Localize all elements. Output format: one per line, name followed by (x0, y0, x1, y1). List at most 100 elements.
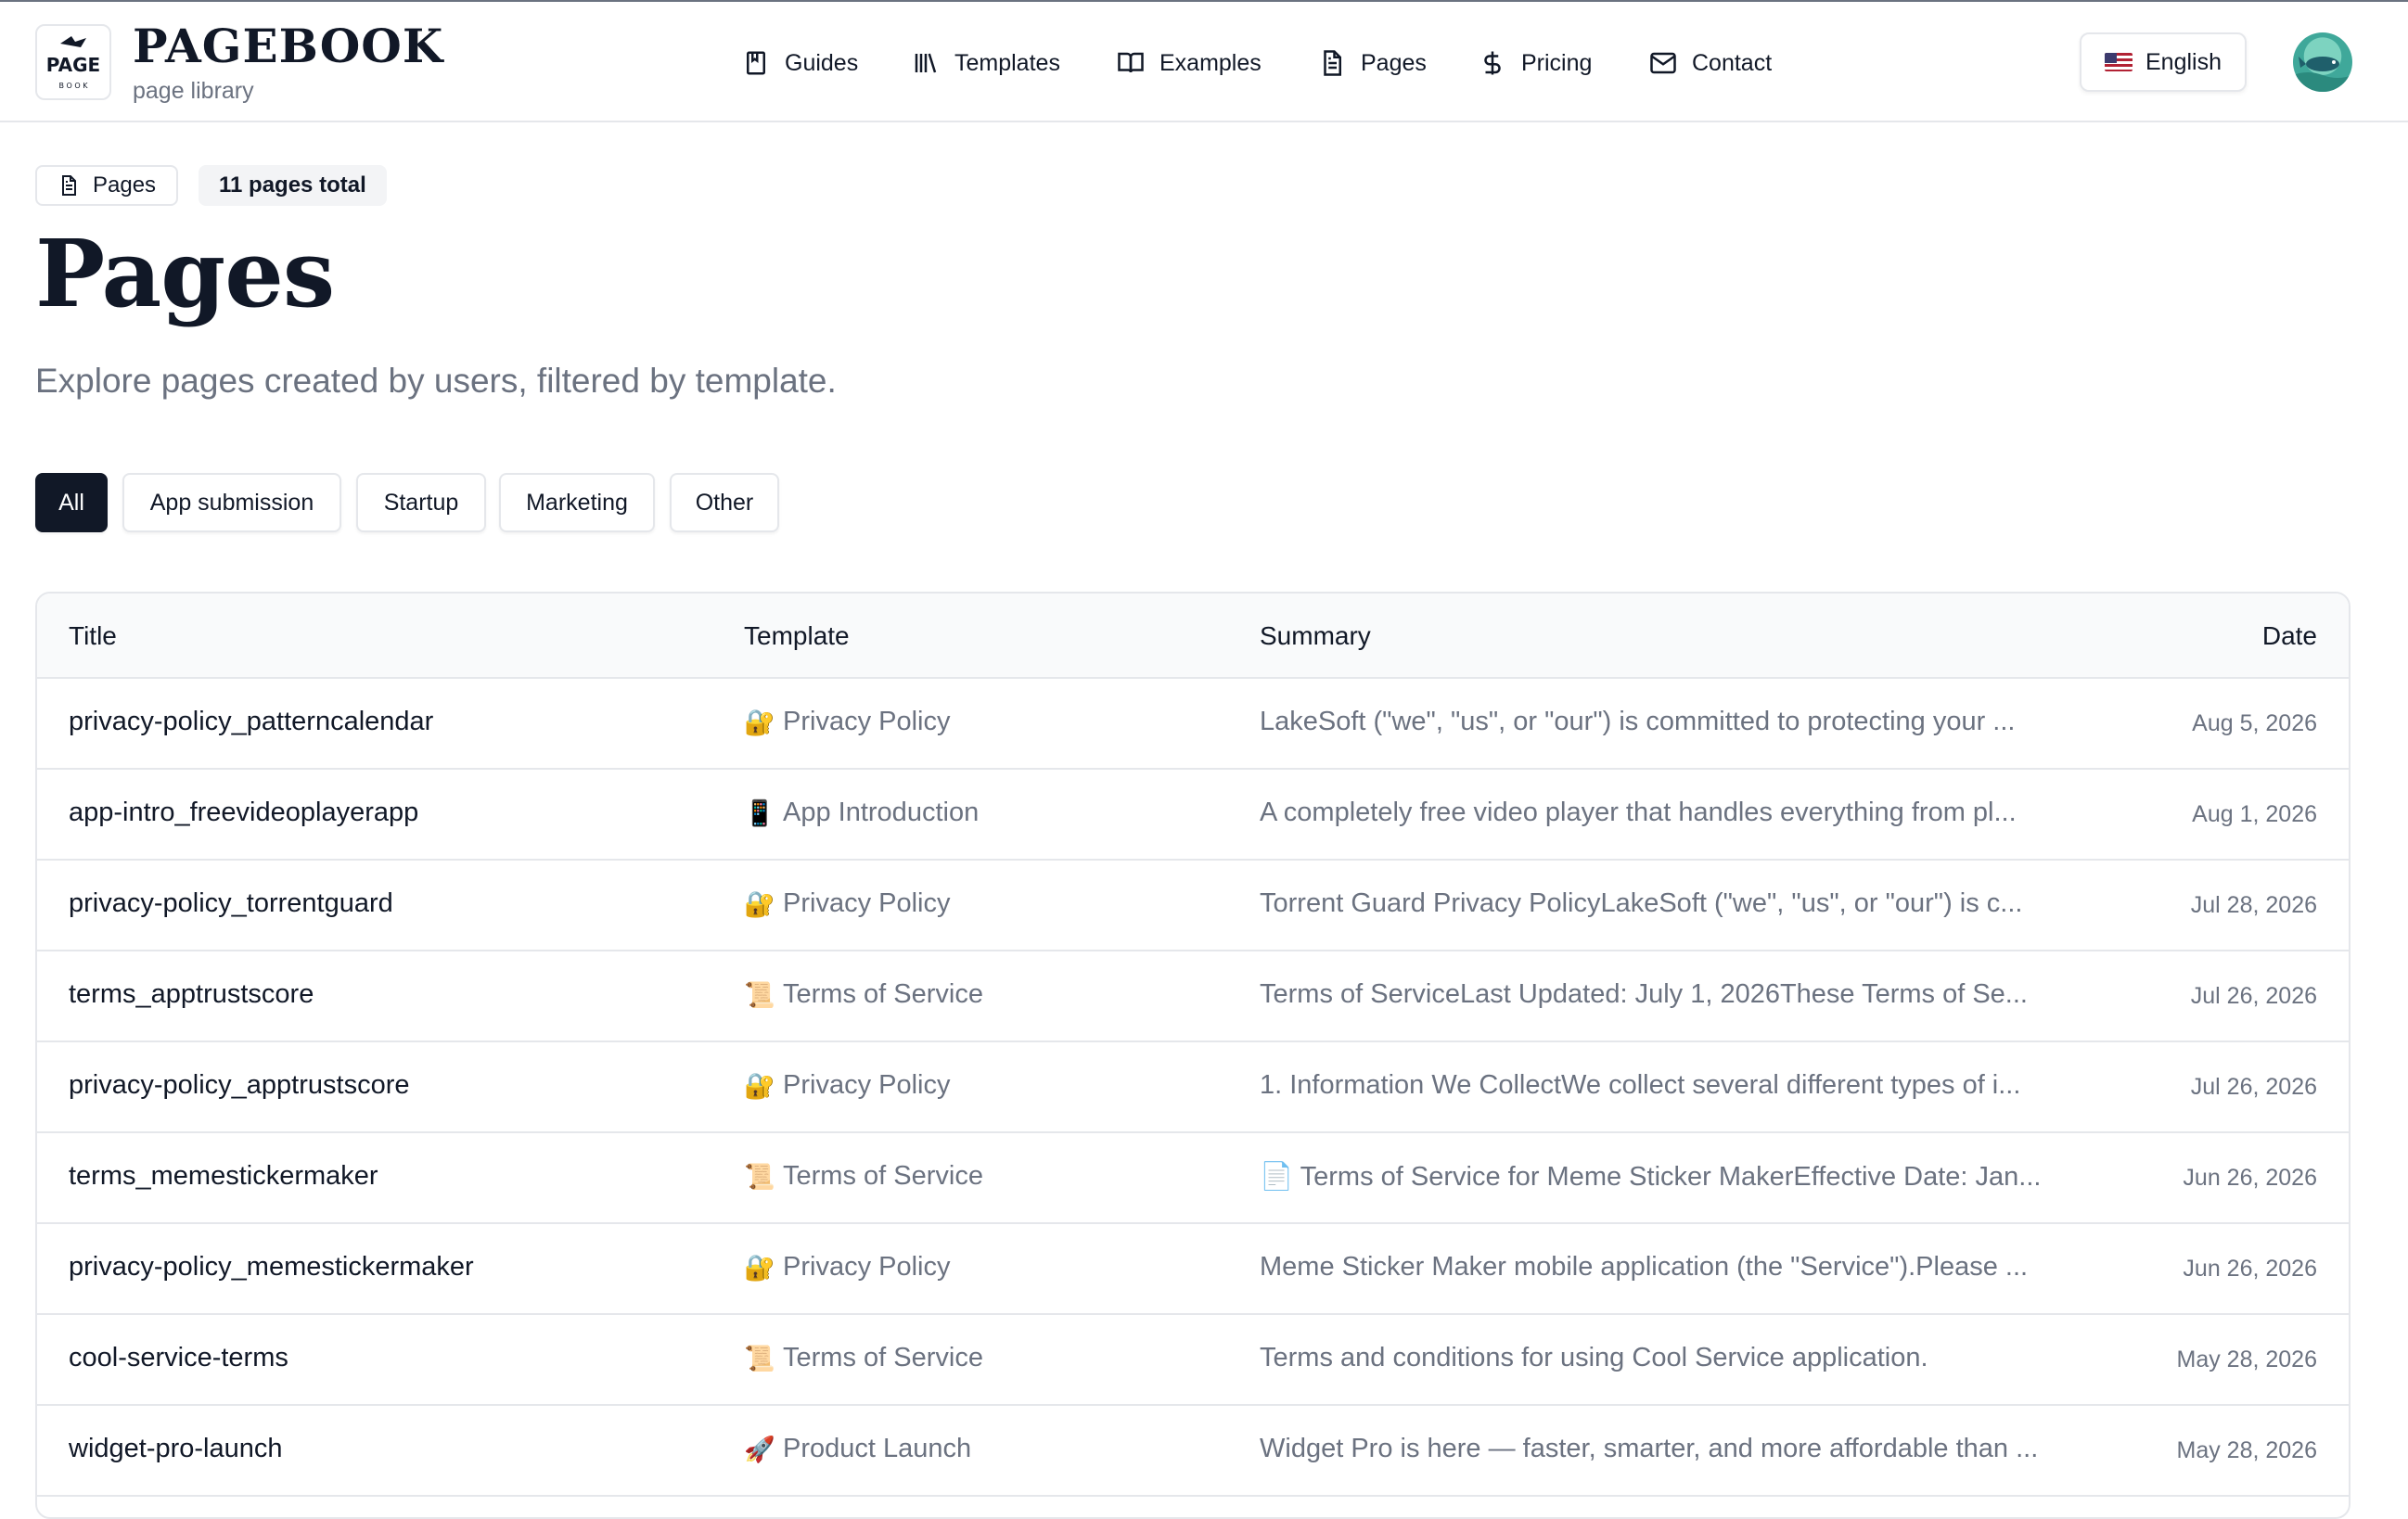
table-row[interactable]: widget-pro-launch 🚀 Product Launch Widget P… (37, 1406, 2349, 1497)
table-row[interactable]: privacy-policy_torrentguard 🔐 Privacy Poli… (37, 861, 2349, 951)
template-icon: 🔐 (744, 1253, 775, 1282)
site-header: PAGE B O O K PAGEBOOK page library Guide… (0, 2, 2408, 122)
template-icon: 📜 (744, 1344, 775, 1372)
nav-label: Guides (785, 49, 859, 76)
template-label: App Introduction (783, 798, 980, 827)
row-date: Jul 26, 2026 (2190, 983, 2317, 1009)
guide-book-icon (747, 51, 765, 75)
row-template: 🔐 Privacy Policy (744, 1070, 951, 1101)
template-icon: 🔐 (744, 889, 775, 918)
row-title[interactable]: terms_apptrustscore (69, 979, 314, 1010)
avatar[interactable] (2293, 32, 2352, 92)
template-icon: 🔐 (744, 708, 775, 736)
brand-subtitle: page library (133, 78, 254, 104)
chip-label: Pages (93, 172, 157, 198)
row-summary: Meme Sticker Maker mobile application (t… (1260, 1252, 2029, 1282)
nav-label: Pages (1361, 49, 1427, 76)
file-text-icon (1324, 50, 1341, 76)
row-date: Aug 5, 2026 (2192, 710, 2317, 736)
nav-label: Templates (954, 49, 1060, 76)
row-title[interactable]: privacy-policy_patterncalendar (69, 707, 433, 737)
template-label: Terms of Service (783, 1161, 983, 1191)
row-template: 📜 Terms of Service (744, 979, 983, 1010)
nav-examples[interactable]: Examples (1117, 45, 1262, 82)
table-row[interactable]: terms_memestickermaker 📜 Terms of Service 📄… (37, 1133, 2349, 1224)
filter-app-submission[interactable]: App submission (122, 473, 341, 532)
template-label: Privacy Policy (783, 888, 951, 918)
filter-other[interactable]: Other (670, 473, 779, 532)
row-title[interactable]: widget-pro-launch (69, 1434, 283, 1464)
filter-marketing[interactable]: Marketing (499, 473, 655, 532)
template-label: Privacy Policy (783, 1252, 951, 1282)
language-label: English (2145, 48, 2222, 75)
page-title: Pages (35, 219, 335, 328)
row-template: 🔐 Privacy Policy (744, 1252, 951, 1283)
nav-pricing[interactable]: Pricing (1479, 45, 1592, 82)
template-icon: 📜 (744, 1162, 775, 1191)
column-header-summary[interactable]: Summary (1260, 621, 1371, 651)
nav-contact[interactable]: Contact (1649, 45, 1772, 82)
row-summary: 📄 Terms of Service for Meme Sticker Make… (1260, 1162, 2042, 1192)
us-flag-icon (2105, 53, 2133, 71)
row-summary: A completely free video player that hand… (1260, 798, 2017, 827)
brand-name[interactable]: PAGEBOOK (133, 19, 443, 73)
library-icon (915, 53, 937, 73)
row-template: 📱 App Introduction (744, 798, 979, 828)
row-template: 🔐 Privacy Policy (744, 707, 951, 737)
row-title[interactable]: privacy-policy_torrentguard (69, 888, 393, 919)
row-summary: Widget Pro is here — faster, smarter, an… (1260, 1434, 2039, 1463)
row-date: Aug 1, 2026 (2192, 801, 2317, 827)
nav-label: Pricing (1521, 49, 1593, 76)
mail-icon (1650, 52, 1676, 74)
row-title[interactable]: terms_memestickermaker (69, 1161, 378, 1192)
template-label: Terms of Service (783, 979, 983, 1009)
breadcrumb-pages-chip: Pages (35, 165, 179, 206)
table-row[interactable]: privacy-policy_memestickermaker 🔐 Privacy … (37, 1224, 2349, 1315)
row-date: May 28, 2026 (2176, 1347, 2318, 1372)
table-row[interactable]: app-intro_freevideoplayerapp 📱 App Introdu… (37, 770, 2349, 861)
page-count-badge: 11 pages total (199, 165, 387, 206)
open-book-icon (1118, 52, 1144, 73)
column-header-title[interactable]: Title (69, 621, 117, 651)
table-row[interactable]: cool-service-terms 📜 Terms of Service Terms… (37, 1315, 2349, 1406)
row-template: 📜 Terms of Service (744, 1343, 983, 1373)
table-row[interactable]: privacy-policy_patterncalendar 🔐 Privacy P… (37, 679, 2349, 770)
table-row[interactable]: privacy-policy_apptrustscore 🔐 Privacy Pol… (37, 1042, 2349, 1133)
row-summary: Torrent Guard Privacy PolicyLakeSoft ("w… (1260, 888, 2023, 918)
nav-guides[interactable]: Guides (742, 45, 858, 82)
row-summary: Terms of ServiceLast Updated: July 1, 20… (1260, 979, 2028, 1009)
row-date: May 28, 2026 (2176, 1437, 2318, 1463)
nav-templates[interactable]: Templates (912, 45, 1060, 82)
table-row[interactable]: terms_apptrustscore 📜 Terms of Service Term… (37, 951, 2349, 1042)
file-text-icon (62, 175, 76, 196)
row-title[interactable]: privacy-policy_apptrustscore (69, 1070, 409, 1101)
nav-pages[interactable]: Pages (1318, 45, 1427, 82)
template-label: Privacy Policy (783, 1070, 951, 1100)
filter-startup[interactable]: Startup (356, 473, 486, 532)
template-icon: 📱 (744, 798, 775, 827)
row-summary: 1. Information We CollectWe collect seve… (1260, 1070, 2021, 1100)
row-title[interactable]: app-intro_freevideoplayerapp (69, 798, 418, 828)
template-label: Terms of Service (783, 1343, 983, 1372)
row-title[interactable]: privacy-policy_memestickermaker (69, 1252, 474, 1283)
row-date: Jul 26, 2026 (2190, 1074, 2317, 1100)
language-selector[interactable]: English (2080, 32, 2247, 92)
row-summary: Terms and conditions for using Cool Serv… (1260, 1343, 1928, 1372)
template-icon: 📜 (744, 980, 775, 1009)
template-icon: 🚀 (744, 1435, 775, 1463)
column-header-date[interactable]: Date (2262, 621, 2317, 651)
column-header-template[interactable]: Template (744, 621, 850, 651)
row-date: Jul 28, 2026 (2190, 892, 2317, 918)
filter-all[interactable]: All (35, 473, 108, 532)
table-header: Title Template Summary Date (37, 594, 2349, 679)
row-date: Jun 26, 2026 (2183, 1256, 2317, 1282)
nav-label: Contact (1692, 49, 1773, 76)
logo[interactable]: PAGE B O O K (35, 24, 111, 100)
page-subtitle: Explore pages created by users, filtered… (35, 362, 837, 400)
template-label: Product Launch (783, 1434, 972, 1463)
svg-text:PAGE: PAGE (46, 54, 100, 76)
template-icon: 🔐 (744, 1071, 775, 1100)
row-title[interactable]: cool-service-terms (69, 1343, 288, 1373)
row-template: 📜 Terms of Service (744, 1161, 983, 1192)
row-template: 🔐 Privacy Policy (744, 888, 951, 919)
